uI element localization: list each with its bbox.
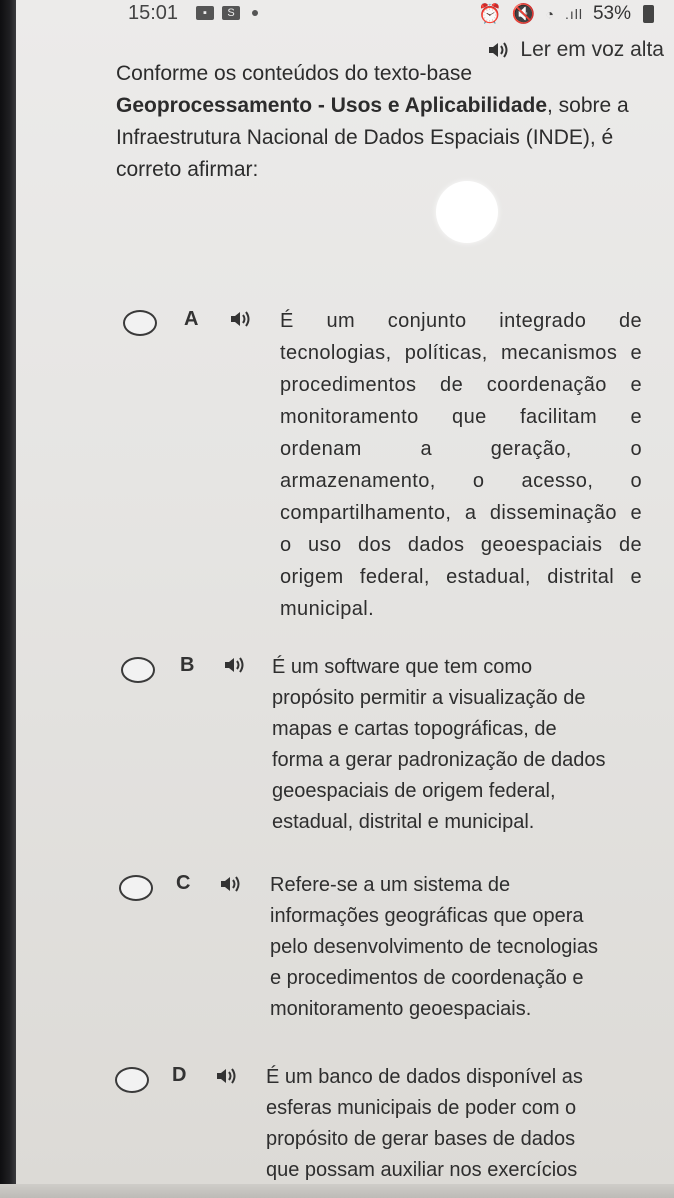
signal-icon: .ıll (564, 6, 583, 22)
option-d-radio[interactable] (115, 1067, 149, 1093)
option-b-letter: B (180, 654, 195, 676)
option-a-line: ordenam a geração, o (280, 438, 642, 460)
question-line: Geoprocessamento - Usos e Aplicabilidade… (116, 90, 656, 122)
option-c-line: monitoramento geoespaciais. (270, 998, 532, 1020)
notification-icon: ▪ (196, 6, 214, 20)
option-b-line: forma a gerar padronização de dados (272, 749, 606, 771)
option-d-letter: D (172, 1064, 187, 1086)
option-d-line: propósito de gerar bases de dados (266, 1128, 576, 1150)
option-b-speaker-icon[interactable] (224, 656, 246, 674)
status-indicators: ⏰ 🔇 ◔ .ıll 53% (478, 2, 654, 26)
app-s-icon: S (222, 6, 240, 20)
option-a-radio[interactable] (123, 310, 157, 336)
question-bold-title: Geoprocessamento - Usos e Aplicabilidade (116, 94, 548, 117)
screen-bottom-edge (0, 1184, 674, 1198)
option-b-line: propósito permitir a visualização de (272, 687, 586, 709)
option-a-letter: A (184, 308, 199, 330)
screen-record-indicator[interactable] (436, 181, 498, 243)
status-notifications: ▪ S (196, 6, 258, 20)
option-b-radio[interactable] (121, 657, 155, 683)
option-c-speaker-icon[interactable] (220, 875, 242, 893)
battery-icon (643, 5, 654, 23)
option-c-line: informações geográficas que opera (270, 905, 584, 927)
option-d-text: É um banco de dados disponível as esfera… (266, 1062, 646, 1186)
option-c-radio[interactable] (119, 875, 153, 901)
question-line-rest: , sobre a (547, 94, 629, 117)
option-a-line: o uso dos dados geoespaciais de (280, 534, 642, 556)
option-b-line: geoespaciais de origem federal, (272, 780, 556, 802)
alarm-icon: ⏰ (478, 4, 502, 25)
option-c-line: Refere-se a um sistema de (270, 874, 511, 896)
more-notifications-icon (252, 10, 258, 16)
option-b-text: É um software que tem como propósito per… (272, 652, 642, 838)
option-a-line: tecnologias, políticas, mecanismos e (280, 342, 642, 364)
option-a-line: origem federal, estadual, distrital e (280, 566, 642, 588)
option-c-line: pelo desenvolvimento de tecnologias (270, 936, 598, 958)
option-a-text: É um conjunto integrado de tecnologias, … (280, 305, 642, 625)
option-a-line: procedimentos de coordenação e (280, 374, 642, 396)
option-a-line: compartilhamento, a disseminação e (280, 502, 642, 524)
battery-percent: 53% (592, 3, 631, 24)
wifi-icon: ◔ (545, 6, 555, 22)
option-a-line: armazenamento, o acesso, o (280, 470, 642, 492)
status-bar: 15:01 ▪ S ⏰ 🔇 ◔ .ıll 53% (0, 0, 674, 30)
option-d-speaker-icon[interactable] (216, 1067, 238, 1085)
option-b-line: É um software que tem como (272, 656, 533, 678)
mute-icon: 🔇 (511, 4, 536, 25)
option-c-letter: C (176, 872, 191, 894)
option-b-line: estadual, distrital e municipal. (272, 811, 535, 833)
question-text: Conforme os conteúdos do texto-base Geop… (116, 58, 656, 186)
option-d-line: esferas municipais de poder com o (266, 1097, 577, 1119)
question-line: Infraestrutura Nacional de Dados Espacia… (116, 126, 614, 149)
option-d-line: que possam auxiliar nos exercícios (266, 1159, 578, 1181)
option-a-speaker-icon[interactable] (230, 310, 252, 328)
phone-bezel (0, 0, 16, 1198)
status-time: 15:01 (128, 2, 179, 24)
option-a-line: municipal. (280, 598, 375, 620)
option-b-line: mapas e cartas topográficas, de (272, 718, 557, 740)
question-line: correto afirmar: (116, 158, 259, 181)
question-line: Conforme os conteúdos do texto-base (116, 62, 473, 85)
option-a-line: É um conjunto integrado de (280, 310, 642, 332)
option-c-text: Refere-se a um sistema de informações ge… (270, 870, 640, 1025)
speaker-icon (489, 42, 508, 58)
option-c-line: e procedimentos de coordenação e (270, 967, 584, 989)
option-d-line: É um banco de dados disponível as (266, 1066, 583, 1088)
screen: 15:01 ▪ S ⏰ 🔇 ◔ .ıll 53% Ler em voz alta… (0, 0, 674, 1198)
option-a-line: monitoramento que facilitam e (280, 406, 642, 428)
